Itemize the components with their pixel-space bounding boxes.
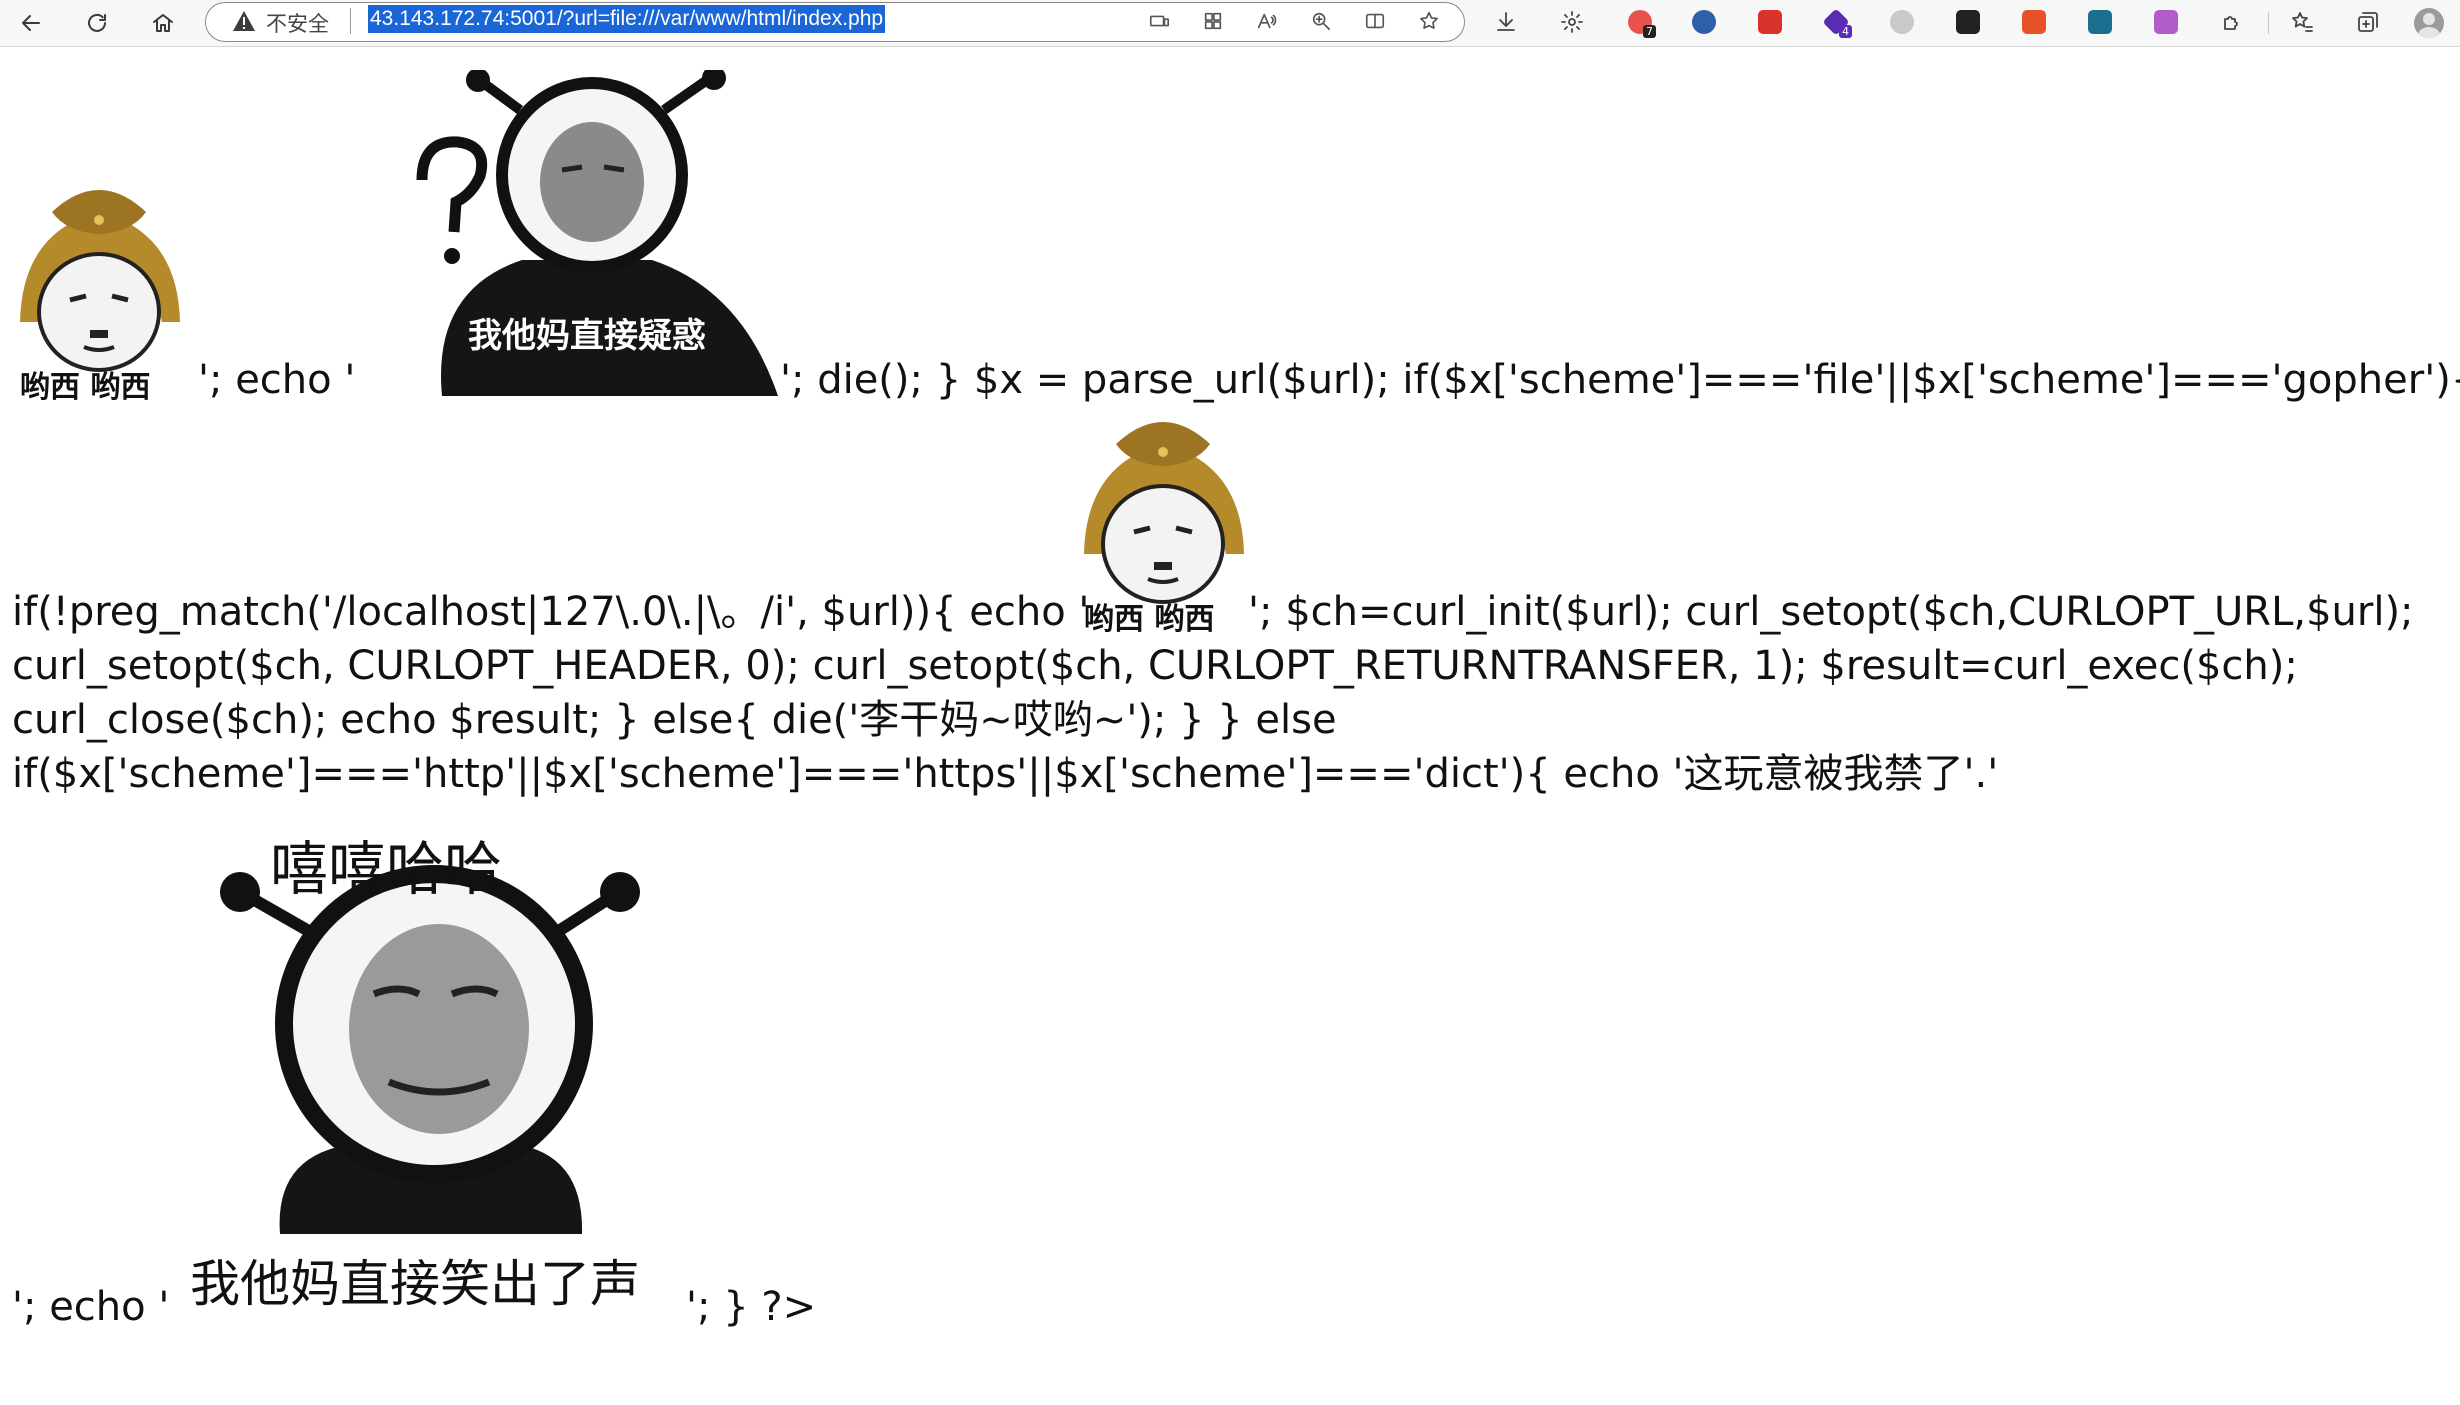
- laughing-meme-top-caption: 嘻嘻哈哈: [270, 835, 503, 903]
- toolbar-divider: [2268, 12, 2269, 34]
- zoom-icon[interactable]: [1308, 8, 1334, 34]
- code-text-line1-b: '; die(); } $x = parse_url($url); if($x[…: [780, 357, 2460, 403]
- url-text[interactable]: 43.143.172.74:5001/?url=file:///var/www/…: [368, 5, 886, 33]
- extension-blue-icon[interactable]: [2084, 6, 2116, 38]
- home-icon: [153, 14, 173, 32]
- refresh-icon: [88, 13, 106, 32]
- laughing-meme-bottom-caption: 我他妈直接笑出了声: [190, 1255, 640, 1312]
- extension-violet-icon[interactable]: [2150, 6, 2182, 38]
- security-label[interactable]: 不安全: [266, 8, 329, 38]
- confused-meme-image: 我他妈直接疑惑: [392, 70, 778, 396]
- code-text-line2-a: if(!preg_match('/localhost|127\.0\.|\。/i…: [12, 589, 1090, 635]
- code-text-line6-b: '; } ?>: [686, 1284, 817, 1330]
- profile-avatar[interactable]: [2414, 8, 2444, 38]
- split-screen-icon[interactable]: [1362, 8, 1388, 34]
- code-text-line3: curl_setopt($ch, CURLOPT_HEADER, 0); cur…: [12, 643, 2298, 689]
- apps-grid-icon[interactable]: [1200, 8, 1226, 34]
- extension-grey-icon[interactable]: [1886, 6, 1918, 38]
- back-button[interactable]: [12, 4, 50, 42]
- address-divider: [350, 8, 351, 34]
- soldier-meme-caption: 哟西 哟西: [20, 370, 151, 400]
- code-text-line4: curl_close($ch); echo $result; } else{ d…: [12, 697, 1337, 743]
- device-icon[interactable]: [1146, 8, 1172, 34]
- warning-icon[interactable]: [232, 10, 256, 32]
- extensions-puzzle-icon[interactable]: [2216, 6, 2248, 38]
- code-text-line5: if($x['scheme']==='http'||$x['scheme']==…: [12, 751, 1999, 797]
- soldier-meme-image-2: 哟西 哟西: [1076, 404, 1250, 632]
- refresh-button[interactable]: [78, 4, 116, 42]
- browser-toolbar: 不安全 43.143.172.74:5001/?url=file:///var/…: [0, 0, 2460, 47]
- collections-icon[interactable]: [2352, 6, 2384, 38]
- soldier-meme-image: 哟西 哟西: [12, 172, 186, 400]
- favorite-star-icon[interactable]: [1416, 8, 1442, 34]
- extension-red-icon[interactable]: 7: [1624, 6, 1656, 38]
- extension-fe-icon[interactable]: [1754, 6, 1786, 38]
- favorites-icon[interactable]: [2286, 6, 2318, 38]
- download-icon[interactable]: [1490, 6, 1522, 38]
- back-arrow-icon: [22, 15, 40, 31]
- code-text-line6-a: '; echo ': [12, 1284, 170, 1330]
- extension-dark-icon[interactable]: [1952, 6, 1984, 38]
- extension-purple-icon[interactable]: 4: [1820, 6, 1852, 38]
- confused-meme-caption: 我他妈直接疑惑: [468, 316, 706, 356]
- settings-gear-icon[interactable]: [1556, 6, 1588, 38]
- extension-badge: 4: [1839, 25, 1852, 38]
- extension-sync-icon[interactable]: [1688, 6, 1720, 38]
- extension-badge: 7: [1643, 25, 1656, 38]
- laughing-meme-image: 嘻嘻哈哈 我他妈直接笑出了声: [184, 814, 684, 1312]
- soldier-meme-caption-2: 哟西 哟西: [1084, 602, 1215, 632]
- code-text-line2-b: '; $ch=curl_init($url); curl_setopt($ch,…: [1248, 589, 2414, 635]
- extension-translate-icon[interactable]: [2018, 6, 2050, 38]
- home-button[interactable]: [144, 4, 182, 42]
- read-aloud-icon[interactable]: [1254, 8, 1280, 34]
- code-text-line1-a: '; echo ': [198, 357, 356, 403]
